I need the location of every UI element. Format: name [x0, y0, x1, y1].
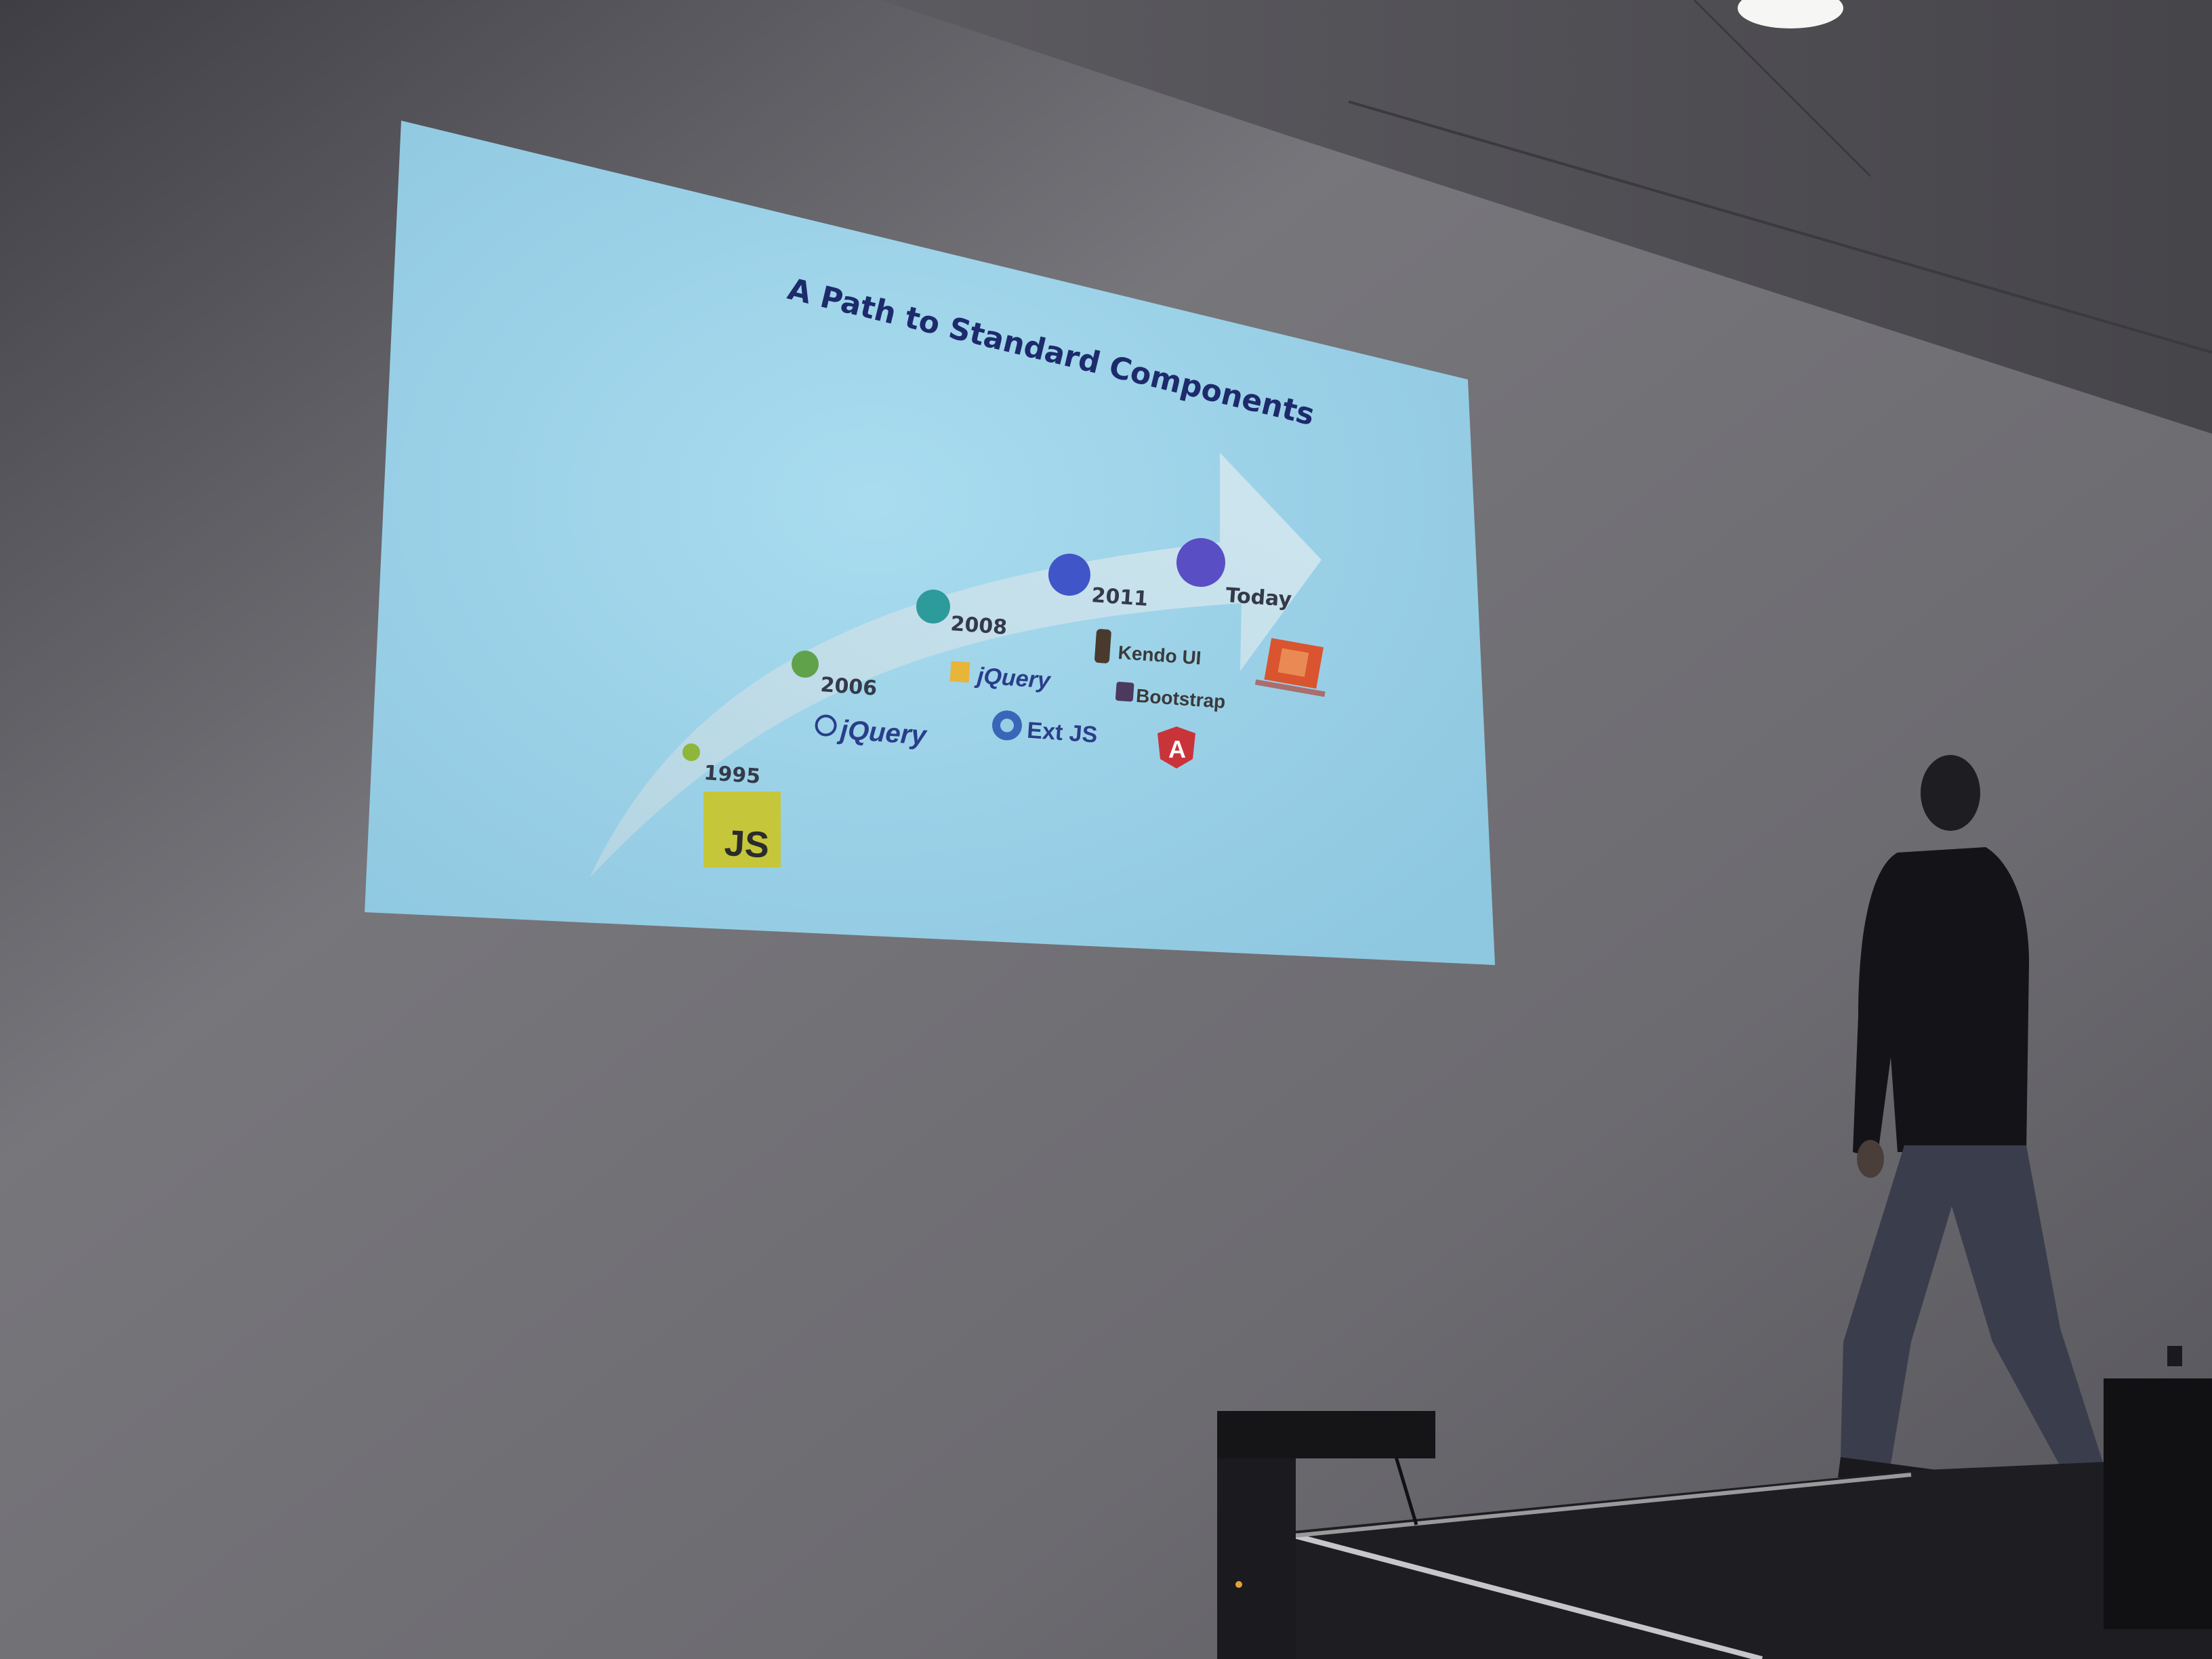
milestone-dot-1995	[682, 743, 700, 761]
js-logo: JS	[703, 792, 781, 867]
milestone-year-1995: 1995	[703, 761, 761, 789]
milestone-dot-2008	[916, 590, 950, 623]
stage-equipment	[2104, 1378, 2212, 1629]
svg-text:A: A	[1168, 735, 1186, 763]
milestone-dot-today	[1176, 538, 1225, 587]
milestone-dot-2011	[1048, 554, 1090, 596]
svg-text:JS: JS	[723, 823, 770, 865]
stage-equipment	[2167, 1346, 2182, 1366]
milestone-year-2006: 2006	[819, 673, 878, 701]
milestone-year-today: Today	[1225, 583, 1292, 612]
milestone-year-2008: 2008	[949, 612, 1008, 640]
svg-text:jQuery: jQuery	[836, 715, 928, 751]
photo-scene: A Path to Standard Components 1995 2006 …	[0, 0, 2212, 1659]
svg-text:Ext JS: Ext JS	[1026, 718, 1098, 748]
milestone-year-2011: 2011	[1090, 583, 1149, 611]
milestone-dot-2006	[792, 651, 819, 678]
svg-text:jQuery: jQuery	[974, 663, 1052, 694]
